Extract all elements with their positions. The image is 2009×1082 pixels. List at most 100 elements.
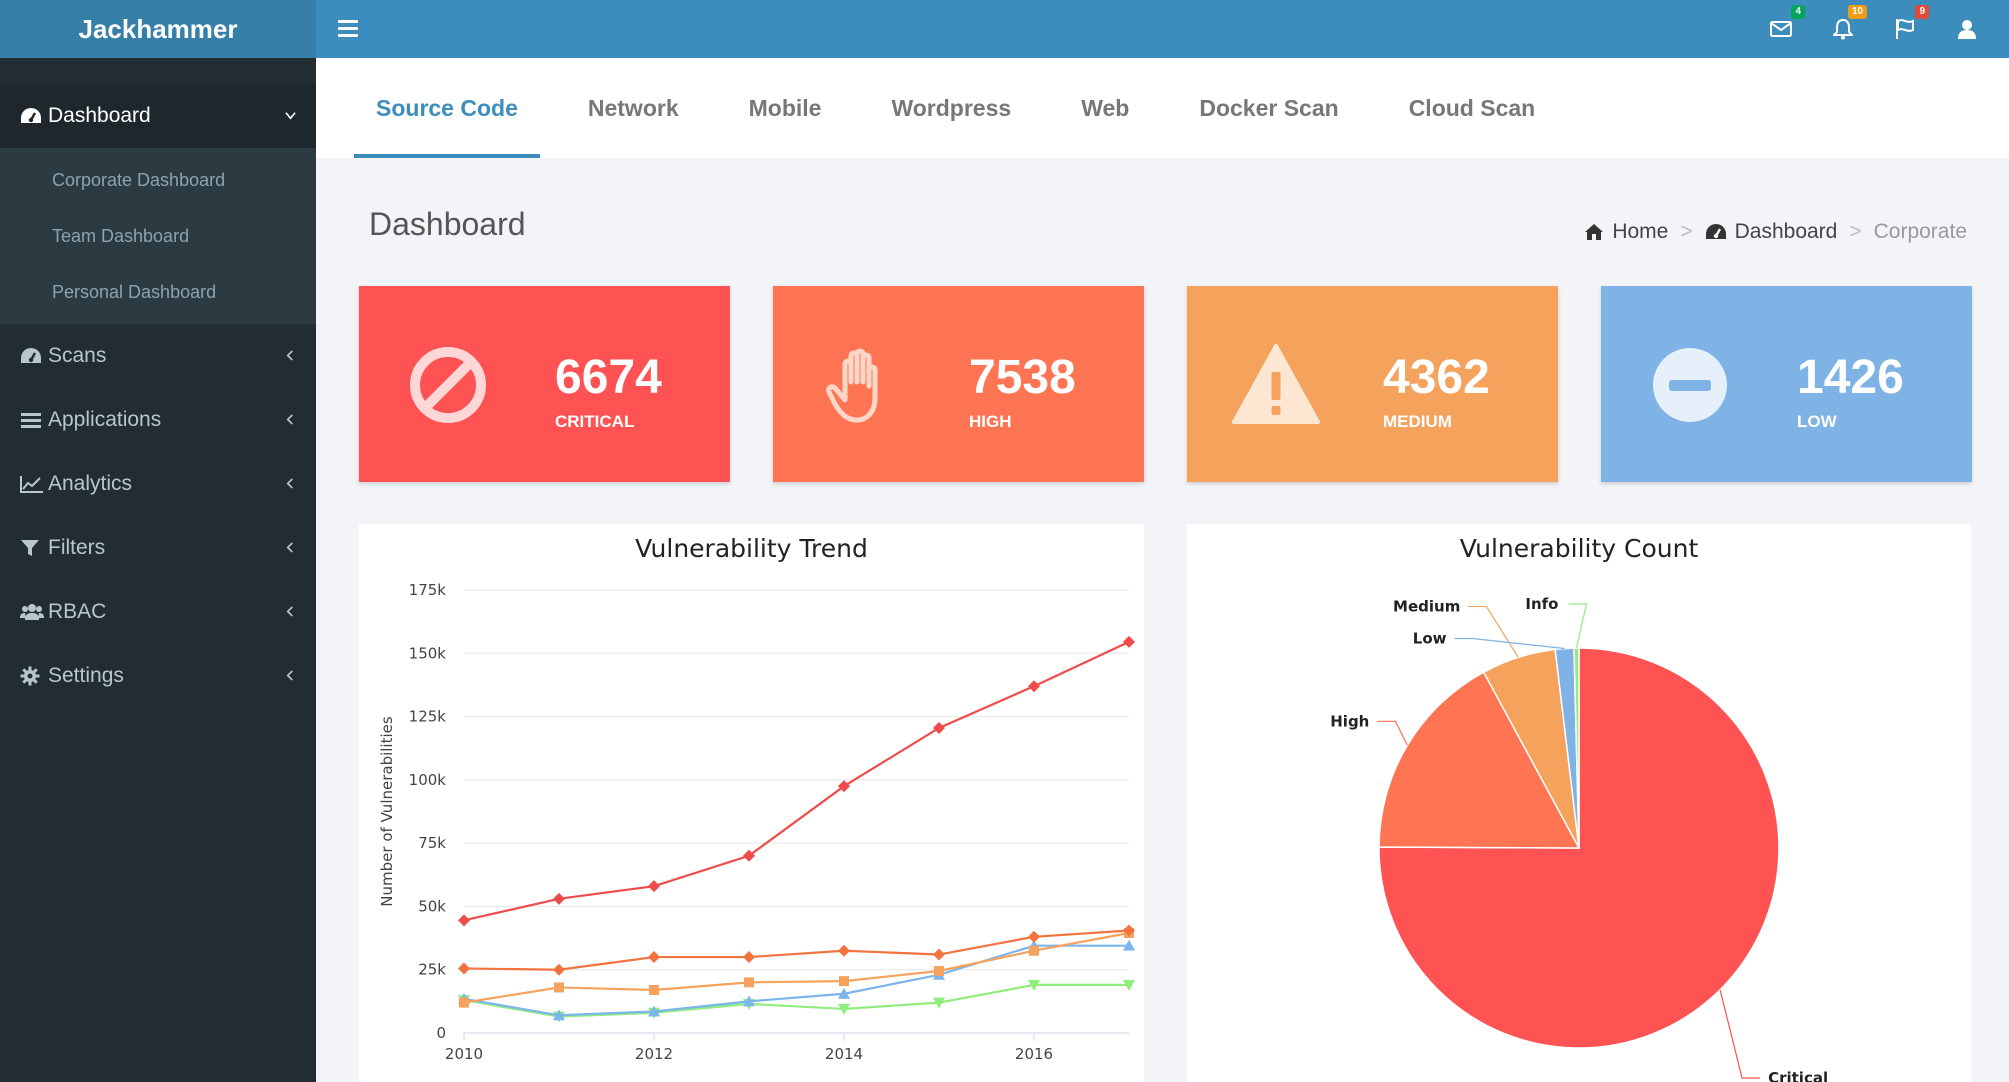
sidebar-item-scans[interactable]: Scans [0,324,316,388]
sidebar-subitem-personal-dashboard[interactable]: Personal Dashboard [0,264,316,320]
low-stat-box[interactable]: 1426 LOW [1601,286,1972,482]
minus-circle-icon [1653,348,1727,422]
y-tick-label: 125k [409,708,447,726]
dashboard-submenu: Corporate Dashboard Team Dashboard Perso… [0,148,316,324]
sidebar-item-settings[interactable]: Settings [0,644,316,708]
pie-connector [1719,989,1761,1079]
sidebar-item-label: Settings [48,664,124,687]
dashboard-icon [20,105,46,127]
x-tick-label: 2012 [635,1045,673,1063]
messages-badge: 4 [1791,5,1805,19]
users-icon [20,601,46,623]
page-title: Dashboard [369,206,526,242]
warning-icon [1232,344,1320,424]
sidebar-item-applications[interactable]: Applications [0,388,316,452]
x-tick-label: 2010 [445,1045,483,1063]
tab-web[interactable]: Web [1059,58,1151,158]
sidebar-subitem-team-dashboard[interactable]: Team Dashboard [0,208,316,264]
chevron-left-icon [286,350,293,361]
sidebar-item-dashboard[interactable]: Dashboard [0,84,316,148]
tab-source-code[interactable]: Source Code [354,58,540,158]
medium-stat-box[interactable]: 4362 MEDIUM [1187,286,1558,482]
breadcrumb-dashboard[interactable]: Dashboard [1705,220,1837,244]
user-icon[interactable] [1955,17,1979,41]
data-point[interactable] [458,914,470,927]
x-tick-label: 2014 [825,1045,863,1063]
app-logo[interactable]: Jackhammer [0,0,316,58]
scan-type-tabs: Source Code Network Mobile Wordpress Web… [316,58,2009,158]
y-tick-label: 0 [436,1024,446,1042]
data-point[interactable] [933,948,945,961]
list-icon [20,409,46,431]
hand-icon [826,348,878,423]
sidebar-toggle-icon[interactable] [338,16,358,42]
data-point[interactable] [648,880,660,893]
high-count: 7538 [969,351,1076,404]
critical-stat-box[interactable]: 6674 CRITICAL [359,286,730,482]
medium-count: 4362 [1383,351,1490,404]
dashboard-icon [1705,224,1726,239]
data-point[interactable] [838,944,850,957]
flag-icon[interactable]: 9 [1893,5,1929,41]
low-label: LOW [1797,412,1837,431]
ban-icon [410,347,486,423]
y-tick-label: 25k [418,961,446,979]
data-point[interactable] [1029,945,1039,956]
data-point[interactable] [459,997,469,1008]
data-point[interactable] [553,892,565,905]
envelope-icon[interactable]: 4 [1769,5,1805,41]
tab-cloud-scan[interactable]: Cloud Scan [1387,58,1558,158]
breadcrumb-home[interactable]: Home [1584,220,1668,244]
data-point[interactable] [934,965,944,976]
sidebar-item-filters[interactable]: Filters [0,516,316,580]
y-tick-label: 75k [418,834,446,852]
vulnerability-count-panel: Vulnerability Count Critical High Medium Lo… [1187,524,1971,1082]
sidebar-item-rbac[interactable]: RBAC [0,580,316,644]
pie-connector [1568,603,1588,649]
breadcrumb: Home > Dashboard > Corporate [1584,220,1967,244]
data-point[interactable] [553,963,565,976]
breadcrumb-home-label: Home [1612,220,1669,243]
sidebar-subitem-corporate-dashboard[interactable]: Corporate Dashboard [0,152,316,208]
data-point[interactable] [839,976,849,987]
sidebar-item-label: Scans [48,344,107,367]
chevron-left-icon [286,670,293,681]
sidebar-item-label: Dashboard [48,104,151,127]
sidebar-item-label: Filters [48,536,106,559]
tab-network[interactable]: Network [566,58,701,158]
vulnerability-trend-panel: Vulnerability Trend 0 25k 50k 75k 100k 125k 15… [359,524,1144,1082]
vulnerability-trend-chart: 0 25k 50k 75k 100k 125k 150k 175k 2010 2012 2014 20… [378,581,1135,1063]
low-count: 1426 [1797,351,1904,404]
breadcrumb-separator: > [1849,220,1862,243]
tab-wordpress[interactable]: Wordpress [869,58,1033,158]
bell-icon[interactable]: 10 [1831,5,1867,41]
y-tick-label: 150k [409,644,447,662]
filter-icon [20,537,46,559]
critical-label: CRITICAL [555,412,635,431]
high-stat-box[interactable]: 7538 HIGH [773,286,1144,482]
data-point[interactable] [649,984,659,995]
chevron-left-icon [286,478,293,489]
sidebar-item-label: Analytics [48,472,133,495]
data-point[interactable] [743,951,755,964]
data-point[interactable] [933,721,945,734]
tab-mobile[interactable]: Mobile [727,58,844,158]
chart-series [458,635,1135,927]
notifications-badge: 10 [1847,5,1867,19]
data-point[interactable] [1028,930,1040,943]
data-point[interactable] [648,951,660,964]
pie-connector [1377,720,1408,746]
top-icons: 4 10 9 [1769,0,1979,58]
tab-docker-scan[interactable]: Docker Scan [1177,58,1360,158]
chevron-left-icon [286,414,293,425]
chevron-left-icon [286,606,293,617]
data-point[interactable] [1028,680,1040,693]
data-point[interactable] [744,977,754,988]
chevron-left-icon [286,542,293,553]
data-point[interactable] [1123,635,1135,648]
data-point[interactable] [554,982,564,993]
pie-label: Low [1413,630,1447,648]
data-point[interactable] [458,962,470,975]
pie-label: Info [1525,595,1558,613]
sidebar-item-analytics[interactable]: Analytics [0,452,316,516]
